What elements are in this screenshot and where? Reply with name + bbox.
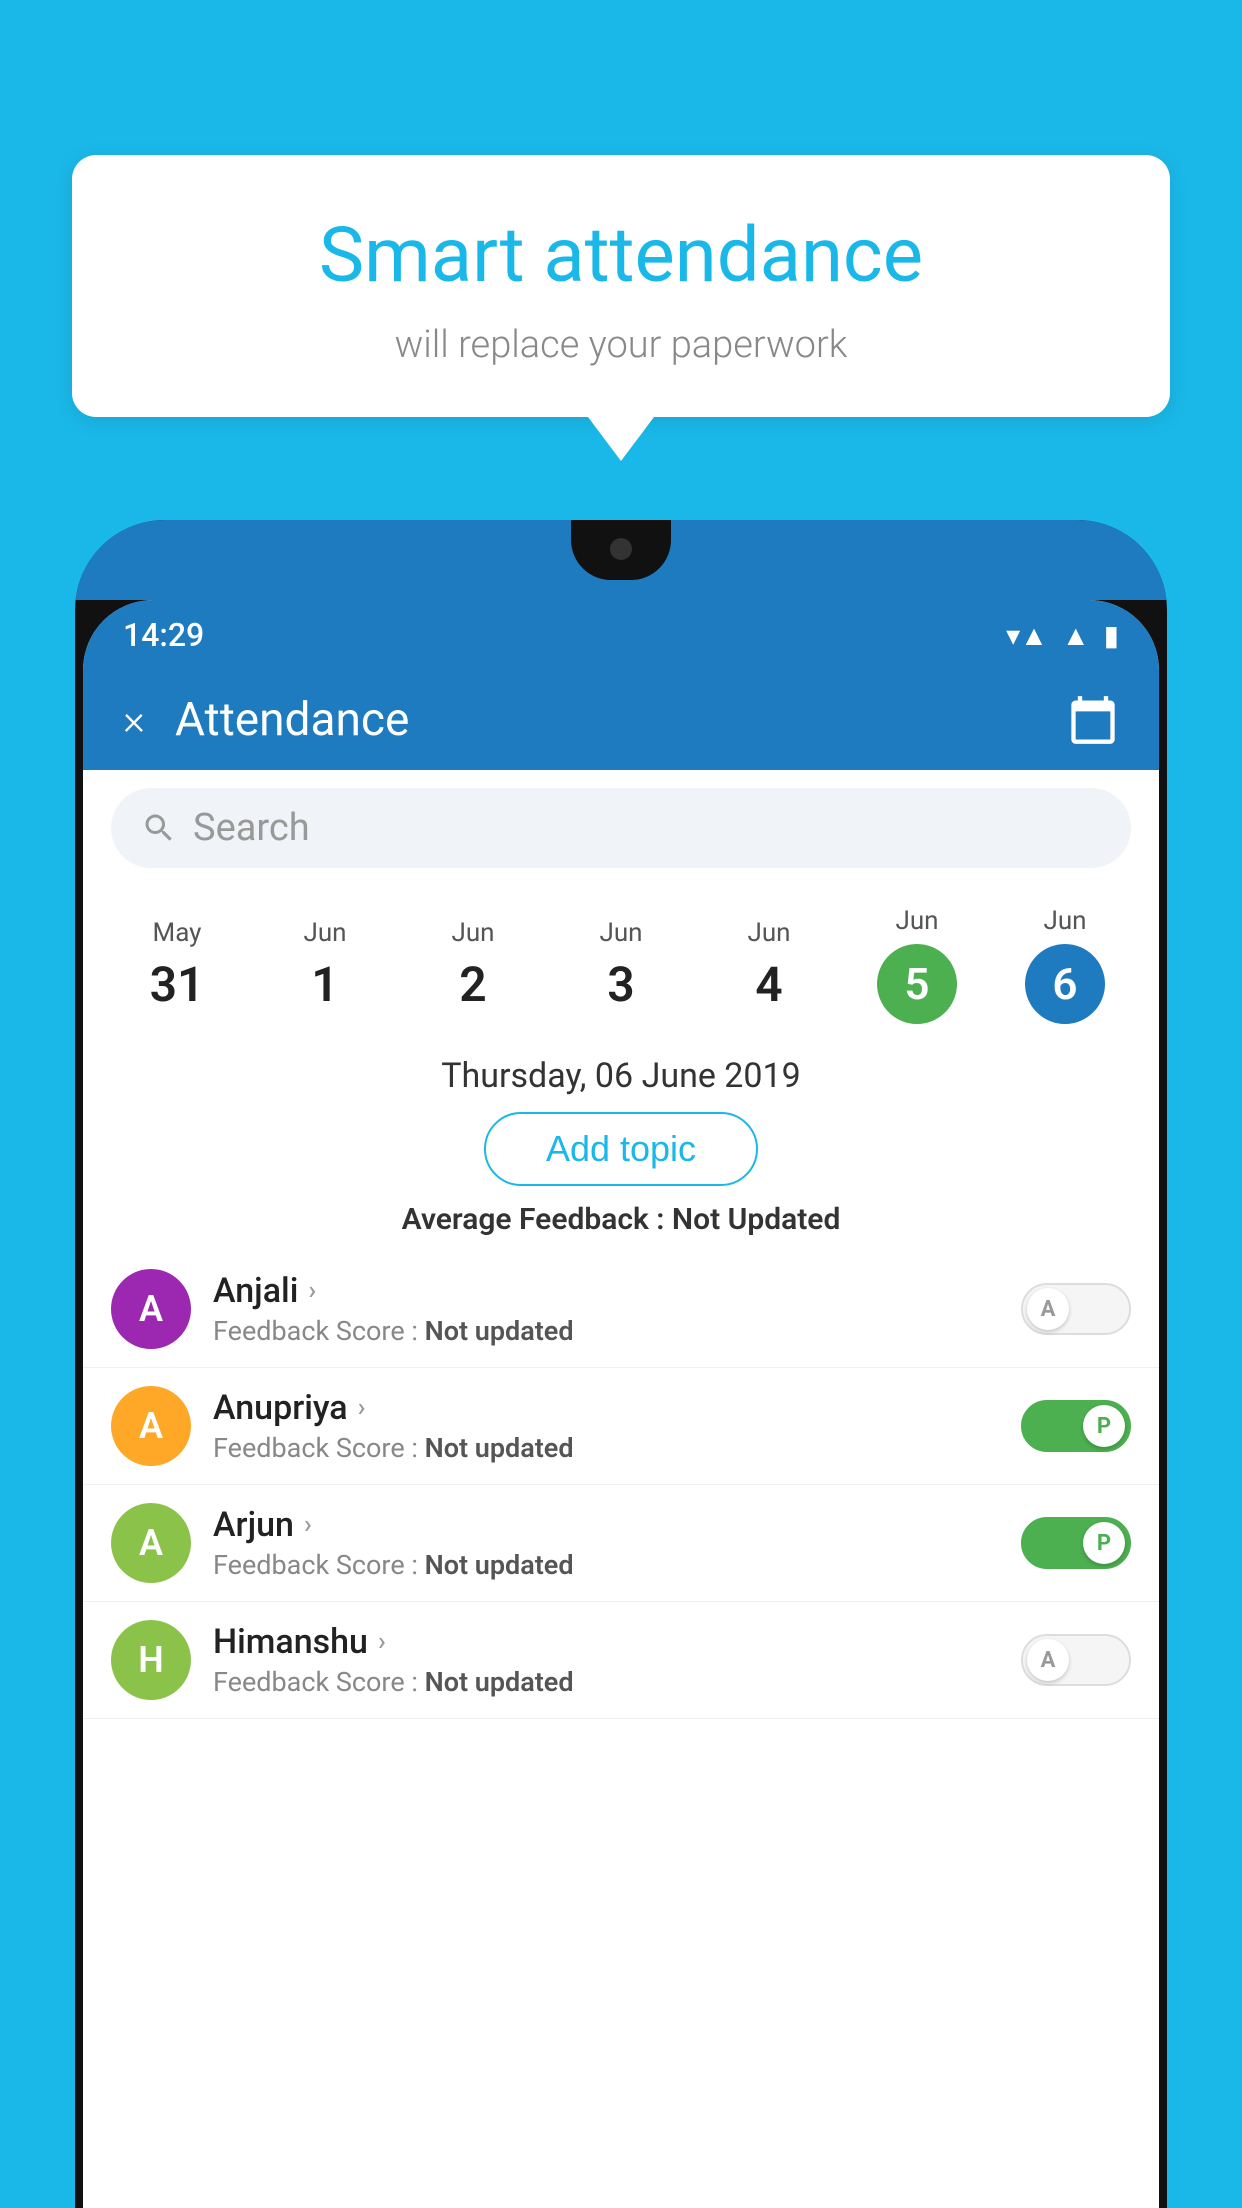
speech-bubble: Smart attendance will replace your paper…	[72, 155, 1170, 417]
attendance-toggle[interactable]: A	[1021, 1283, 1131, 1335]
toggle-thumb: P	[1083, 1522, 1125, 1564]
student-list-item[interactable]: H Himanshu › Feedback Score : Not updated A	[83, 1602, 1159, 1719]
cal-day-label: 6	[1025, 944, 1105, 1024]
status-time: 14:29	[123, 616, 204, 654]
attendance-toggle[interactable]: P	[1021, 1517, 1131, 1569]
bubble-title: Smart attendance	[132, 210, 1110, 301]
avg-feedback: Average Feedback : Not Updated	[83, 1202, 1159, 1237]
toggle-thumb: A	[1027, 1288, 1069, 1330]
toggle-track: A	[1021, 1634, 1131, 1686]
calendar-date-item[interactable]: Jun 5	[843, 896, 991, 1034]
avg-feedback-label: Average Feedback :	[402, 1202, 665, 1237]
student-feedback: Feedback Score : Not updated	[213, 1432, 999, 1464]
student-info: Arjun › Feedback Score : Not updated	[213, 1505, 999, 1581]
cal-day-label: 4	[755, 956, 782, 1013]
header-title: Attendance	[175, 693, 1067, 747]
student-name: Anupriya ›	[213, 1388, 999, 1428]
phone-notch-area	[75, 520, 1167, 600]
search-bar[interactable]: Search	[111, 788, 1131, 868]
search-input-placeholder: Search	[193, 806, 310, 850]
selected-date: Thursday, 06 June 2019	[83, 1034, 1159, 1112]
student-avatar: A	[111, 1269, 191, 1349]
student-name: Arjun ›	[213, 1505, 999, 1545]
status-icons: ▾▲ ▲ ▮	[1006, 619, 1119, 652]
signal-icon: ▲	[1062, 619, 1090, 652]
calendar-date-item[interactable]: Jun 4	[695, 908, 843, 1023]
student-avatar: A	[111, 1503, 191, 1583]
app-content: Search May 31 Jun 1 Jun 2 Jun 3 Jun 4 Jun 5 Jun 6 Thu…	[83, 770, 1159, 1719]
bubble-subtitle: will replace your paperwork	[132, 323, 1110, 367]
student-list-item[interactable]: A Arjun › Feedback Score : Not updated P	[83, 1485, 1159, 1602]
calendar-icon[interactable]	[1067, 694, 1119, 746]
search-icon	[141, 810, 177, 846]
cal-day-label: 31	[150, 956, 205, 1013]
calendar-date-item[interactable]: Jun 1	[251, 908, 399, 1023]
student-info: Anjali › Feedback Score : Not updated	[213, 1271, 999, 1347]
cal-month-label: Jun	[747, 918, 790, 948]
wifi-icon: ▾▲	[1006, 619, 1048, 652]
calendar-date-item[interactable]: Jun 2	[399, 908, 547, 1023]
student-list: AAnjali ›Feedback Score : Not updatedAAA…	[83, 1251, 1159, 1719]
cal-day-label: 5	[877, 944, 957, 1024]
calendar-date-item[interactable]: May 31	[103, 908, 251, 1023]
toggle-track: P	[1021, 1400, 1131, 1452]
app-header: × Attendance	[83, 670, 1159, 770]
student-info: Anupriya › Feedback Score : Not updated	[213, 1388, 999, 1464]
student-list-item[interactable]: A Anjali › Feedback Score : Not updated A	[83, 1251, 1159, 1368]
student-name: Himanshu ›	[213, 1622, 999, 1662]
close-button[interactable]: ×	[123, 696, 145, 745]
chevron-icon: ›	[304, 1510, 312, 1540]
student-list-item[interactable]: A Anupriya › Feedback Score : Not updated P	[83, 1368, 1159, 1485]
toggle-track: P	[1021, 1517, 1131, 1569]
cal-month-label: Jun	[599, 918, 642, 948]
phone-camera	[610, 538, 632, 560]
status-bar: 14:29 ▾▲ ▲ ▮	[83, 600, 1159, 670]
chevron-icon: ›	[378, 1627, 386, 1657]
toggle-thumb: A	[1027, 1639, 1069, 1681]
calendar-row: May 31 Jun 1 Jun 2 Jun 3 Jun 4 Jun 5 Jun 6	[83, 886, 1159, 1034]
toggle-track: A	[1021, 1283, 1131, 1335]
attendance-toggle[interactable]: P	[1021, 1400, 1131, 1452]
cal-month-label: Jun	[1043, 906, 1086, 936]
student-avatar: A	[111, 1386, 191, 1466]
attendance-toggle[interactable]: A	[1021, 1634, 1131, 1686]
cal-month-label: Jun	[303, 918, 346, 948]
calendar-date-item[interactable]: Jun 6	[991, 896, 1139, 1034]
student-feedback: Feedback Score : Not updated	[213, 1549, 999, 1581]
phone-frame: 14:29 ▾▲ ▲ ▮ × Attendance Search	[75, 520, 1167, 2208]
chevron-icon: ›	[358, 1393, 366, 1423]
student-info: Himanshu › Feedback Score : Not updated	[213, 1622, 999, 1698]
add-topic-button[interactable]: Add topic	[484, 1112, 758, 1186]
cal-month-label: May	[153, 918, 202, 948]
phone-inner: 14:29 ▾▲ ▲ ▮ × Attendance Search	[83, 600, 1159, 2208]
avg-feedback-value: Not Updated	[672, 1202, 840, 1237]
calendar-date-item[interactable]: Jun 3	[547, 908, 695, 1023]
cal-month-label: Jun	[451, 918, 494, 948]
cal-month-label: Jun	[895, 906, 938, 936]
cal-day-label: 2	[459, 956, 486, 1013]
cal-day-label: 1	[311, 956, 338, 1013]
toggle-thumb: P	[1083, 1405, 1125, 1447]
battery-icon: ▮	[1104, 619, 1119, 652]
student-name: Anjali ›	[213, 1271, 999, 1311]
cal-day-label: 3	[607, 956, 634, 1013]
student-feedback: Feedback Score : Not updated	[213, 1666, 999, 1698]
student-feedback: Feedback Score : Not updated	[213, 1315, 999, 1347]
chevron-icon: ›	[308, 1276, 316, 1306]
student-avatar: H	[111, 1620, 191, 1700]
